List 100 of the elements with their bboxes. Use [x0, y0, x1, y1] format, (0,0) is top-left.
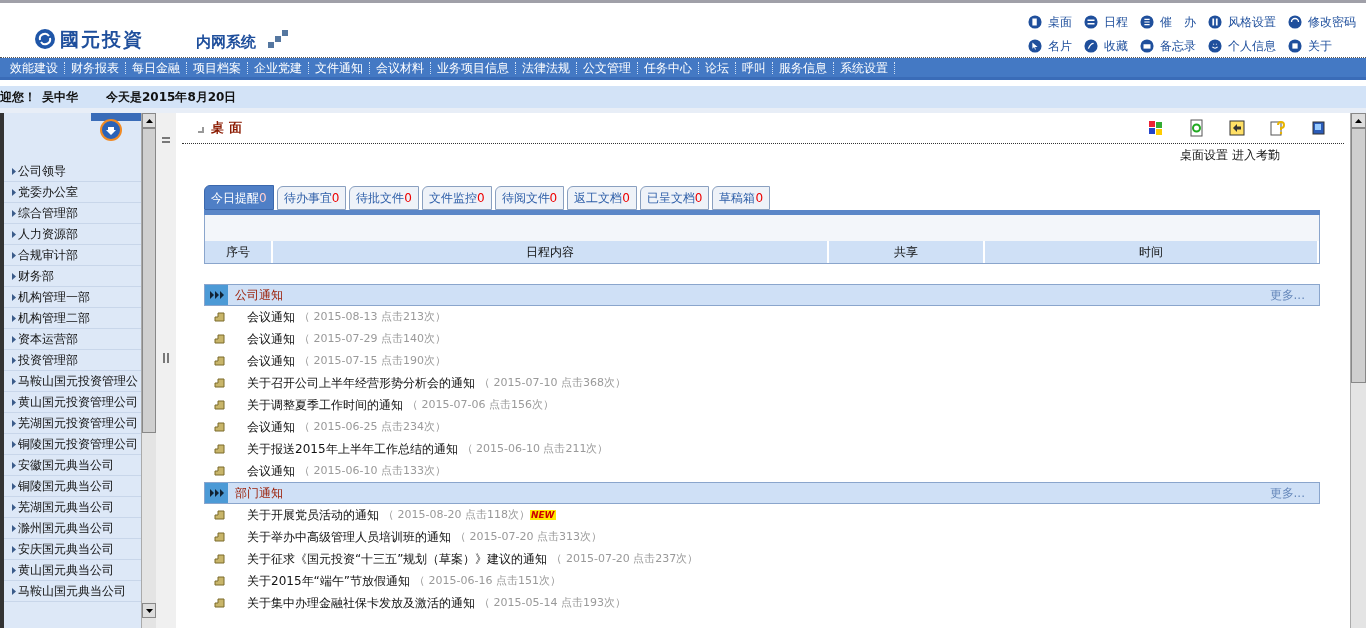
notice-link[interactable]: 关于调整夏季工作时间的通知 — [247, 396, 403, 414]
nav-link[interactable]: 企业党建 — [248, 58, 308, 77]
notice-link[interactable]: 关于集中办理金融社保卡发放及激活的通知 — [247, 594, 475, 612]
nav-link[interactable]: 每日金融 — [126, 58, 186, 77]
notice-meta: （ 2015-07-15 点击190次） — [299, 352, 446, 369]
system-name: 内网系统 — [196, 32, 256, 53]
header-link[interactable]: 备忘录 — [1140, 37, 1196, 55]
date-text: 今天是2015年8月20日 — [106, 89, 237, 106]
header-link[interactable]: 关于 — [1288, 37, 1356, 55]
nav-link[interactable]: 效能建设 — [4, 58, 64, 77]
section-title: 公司通知 — [235, 287, 283, 304]
notice-link[interactable]: 关于2015年“端午”节放假通知 — [247, 572, 410, 590]
notice-meta: （ 2015-06-10 点击133次） — [299, 462, 446, 479]
bullet-icon — [214, 598, 225, 608]
column-header: 共享 — [829, 241, 985, 263]
style-icon — [1208, 15, 1222, 29]
collapse-button[interactable] — [100, 119, 122, 141]
nav-link[interactable]: 业务项目信息 — [431, 58, 515, 77]
about-icon — [1288, 39, 1302, 53]
nav-link[interactable]: 会议材料 — [370, 58, 430, 77]
nav-link[interactable]: 系统设置 — [834, 58, 894, 77]
triangle-icon — [12, 587, 16, 595]
logo-text: 國元投資 — [60, 27, 144, 52]
notice-link[interactable]: 关于报送2015年上半年工作总结的通知 — [247, 440, 458, 458]
notice-meta: （ 2015-07-06 点击156次） — [407, 396, 554, 413]
nav-link[interactable]: 公文管理 — [577, 58, 637, 77]
splitter-handle-icon[interactable] — [162, 137, 170, 143]
notice-link[interactable]: 会议通知 — [247, 352, 295, 370]
bullet-icon — [214, 510, 225, 520]
triangle-icon — [12, 524, 16, 532]
bullet-icon — [214, 466, 225, 476]
nav-link[interactable]: 呼叫 — [736, 58, 772, 77]
nav-link[interactable]: 文件通知 — [309, 58, 369, 77]
header-link[interactable]: 桌面 — [1028, 13, 1072, 31]
card-icon — [1028, 39, 1042, 53]
action-link[interactable]: 桌面设置 — [1180, 146, 1228, 164]
page-title: 桌 面 — [211, 119, 242, 138]
nav-link[interactable]: 服务信息 — [773, 58, 833, 77]
tab[interactable]: 返工文档0 — [567, 186, 637, 210]
splitter-grip-icon[interactable] — [163, 353, 169, 363]
nav-link[interactable]: 法律法规 — [516, 58, 576, 77]
tab[interactable]: 已呈文档0 — [639, 186, 710, 210]
tab[interactable]: 草稿箱0 — [712, 186, 771, 210]
notice-meta: （ 2015-06-16 点击151次） — [414, 572, 561, 589]
column-header: 序号 — [205, 241, 273, 263]
notice-meta: （ 2015-07-10 点击368次） — [479, 374, 626, 391]
notice-meta: （ 2015-08-13 点击213次） — [299, 308, 446, 325]
triangle-icon — [12, 230, 16, 238]
scrollbar-thumb[interactable] — [1351, 128, 1366, 383]
fast-forward-icon — [209, 291, 224, 299]
triangle-icon — [12, 335, 16, 343]
triangle-icon — [12, 251, 16, 259]
notice-link[interactable]: 会议通知 — [247, 418, 295, 436]
notice-link[interactable]: 关于举办中高级管理人员培训班的通知 — [247, 528, 451, 546]
bullet-icon — [214, 334, 225, 344]
bullet-icon — [214, 356, 225, 366]
notice-link[interactable]: 关于开展党员活动的通知 — [247, 506, 379, 524]
triangle-icon — [12, 503, 16, 511]
action-link[interactable]: 进入考勤 — [1232, 146, 1280, 164]
scroll-up-button[interactable] — [142, 113, 156, 128]
tab[interactable]: 今日提醒0 — [204, 185, 274, 210]
user-name: 吴中华 — [42, 89, 78, 106]
scrollbar-thumb[interactable] — [142, 128, 156, 433]
notice-link[interactable]: 会议通知 — [247, 462, 295, 480]
tab[interactable]: 待批文件0 — [349, 186, 419, 210]
tab[interactable]: 待办事宜0 — [276, 186, 347, 210]
header-link[interactable]: 个人信息 — [1208, 37, 1276, 55]
nav-link[interactable]: 财务报表 — [65, 58, 125, 77]
scroll-up-button[interactable] — [1351, 113, 1366, 128]
triangle-icon — [12, 272, 16, 280]
nav-link[interactable]: 项目档案 — [187, 58, 247, 77]
notice-link[interactable]: 关于召开公司上半年经营形势分析会的通知 — [247, 374, 475, 392]
computer-icon[interactable] — [1312, 121, 1325, 135]
bullet-icon — [214, 554, 225, 564]
triangle-icon — [12, 440, 16, 448]
nav-link[interactable]: 任务中心 — [638, 58, 698, 77]
tab[interactable]: 文件监控0 — [421, 186, 492, 210]
header-link[interactable]: 名片 — [1028, 37, 1072, 55]
up-arrow-icon — [1355, 118, 1362, 123]
windows-flag-icon[interactable] — [1149, 121, 1162, 135]
header-link[interactable]: 风格设置 — [1208, 13, 1276, 31]
column-header: 时间 — [985, 241, 1319, 263]
notice-link[interactable]: 会议通知 — [247, 308, 295, 326]
nav-link[interactable]: 论坛 — [699, 58, 735, 77]
triangle-icon — [12, 398, 16, 406]
triangle-icon — [12, 545, 16, 553]
logo-icon — [34, 28, 56, 51]
header-link[interactable]: 催 办 — [1140, 13, 1196, 31]
bullet-icon — [214, 576, 225, 586]
header-link[interactable]: 收藏 — [1084, 37, 1128, 55]
header-link[interactable]: 日程 — [1084, 13, 1128, 31]
notice-link[interactable]: 关于征求《国元投资“十三五”规划（草案）》建议的通知 — [247, 550, 548, 568]
urge-icon — [1140, 15, 1154, 29]
notice-meta: （ 2015-07-20 点击313次） — [455, 528, 602, 545]
refresh-document-icon[interactable] — [1190, 119, 1203, 137]
tab[interactable]: 待阅文件0 — [494, 186, 565, 210]
scroll-down-button[interactable] — [142, 603, 156, 618]
triangle-icon — [12, 293, 16, 301]
header-link[interactable]: 修改密码 — [1288, 13, 1356, 31]
notice-link[interactable]: 会议通知 — [247, 330, 295, 348]
